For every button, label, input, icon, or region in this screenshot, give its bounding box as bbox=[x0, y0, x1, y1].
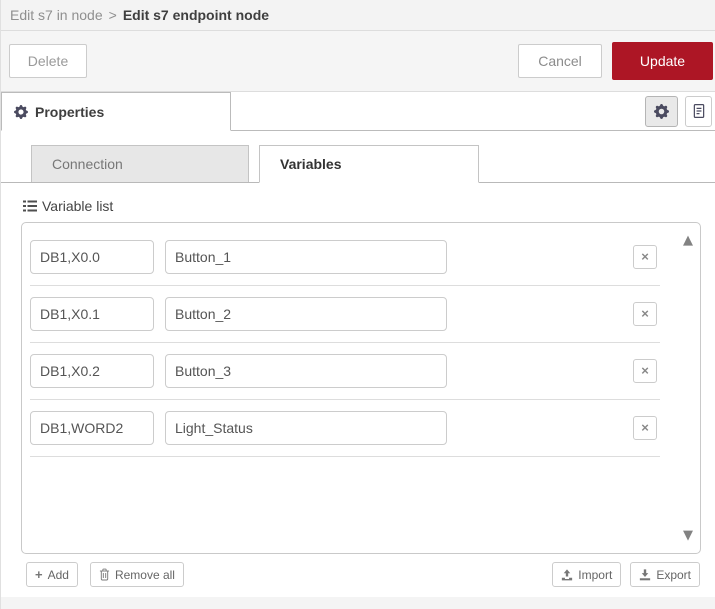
variable-address-input[interactable] bbox=[30, 354, 154, 388]
footer-right-group: Import Export bbox=[552, 562, 700, 587]
delete-button[interactable]: Delete bbox=[9, 44, 87, 78]
variable-row: × bbox=[30, 229, 660, 286]
variable-name-input[interactable] bbox=[165, 240, 447, 274]
add-button-label: Add bbox=[47, 567, 69, 582]
cancel-button[interactable]: Cancel bbox=[518, 44, 602, 78]
tab-properties[interactable]: Properties bbox=[1, 92, 231, 131]
variable-row: × bbox=[30, 343, 660, 400]
properties-panel: Connection Variables Variable list × × ×… bbox=[1, 145, 715, 587]
add-button[interactable]: + Add bbox=[26, 562, 78, 587]
import-button[interactable]: Import bbox=[552, 562, 622, 587]
variable-list-title: Variable list bbox=[23, 198, 715, 214]
upload-icon bbox=[561, 568, 573, 581]
update-button[interactable]: Update bbox=[612, 42, 713, 80]
remove-row-button[interactable]: × bbox=[633, 359, 657, 383]
scrollbar[interactable]: ▲ ▼ bbox=[678, 225, 698, 551]
export-button[interactable]: Export bbox=[630, 562, 700, 587]
editor-tabbar-buttons bbox=[645, 92, 715, 130]
window-bottom-strip bbox=[1, 597, 715, 609]
breadcrumb-current: Edit s7 endpoint node bbox=[122, 7, 270, 23]
remove-row-button[interactable]: × bbox=[633, 302, 657, 326]
tab-properties-label: Properties bbox=[35, 103, 105, 120]
toolbar-right-group: Cancel Update bbox=[518, 42, 713, 80]
remove-all-button[interactable]: Remove all bbox=[89, 562, 184, 587]
tray-toolbar: Delete Cancel Update bbox=[1, 31, 715, 92]
variable-rows: × × × × bbox=[22, 223, 700, 457]
variable-list-label: Variable list bbox=[42, 198, 114, 214]
editor-tabbar: Properties bbox=[1, 92, 715, 131]
variable-name-input[interactable] bbox=[165, 411, 447, 445]
variable-row: × bbox=[30, 400, 660, 457]
node-settings-button[interactable] bbox=[645, 95, 678, 127]
tab-variables[interactable]: Variables bbox=[259, 145, 479, 183]
variable-address-input[interactable] bbox=[30, 240, 154, 274]
remove-row-button[interactable]: × bbox=[633, 416, 657, 440]
list-icon bbox=[23, 200, 37, 212]
remove-all-button-label: Remove all bbox=[114, 567, 175, 582]
tab-connection[interactable]: Connection bbox=[31, 145, 249, 182]
breadcrumb: Edit s7 in node > Edit s7 endpoint node bbox=[1, 0, 715, 31]
document-icon bbox=[692, 103, 706, 119]
variable-address-input[interactable] bbox=[30, 297, 154, 331]
breadcrumb-separator: > bbox=[108, 7, 117, 23]
export-button-label: Export bbox=[656, 567, 691, 582]
gear-icon bbox=[14, 104, 28, 119]
edit-node-dialog: Edit s7 in node > Edit s7 endpoint node … bbox=[0, 0, 715, 609]
plus-icon: + bbox=[35, 567, 43, 582]
list-footer: + Add Remove all Import Export bbox=[26, 562, 700, 587]
trash-icon bbox=[99, 568, 110, 581]
scroll-down-icon[interactable]: ▼ bbox=[683, 529, 693, 542]
variable-name-input[interactable] bbox=[165, 354, 447, 388]
scroll-up-icon[interactable]: ▲ bbox=[683, 234, 693, 247]
variable-name-input[interactable] bbox=[165, 297, 447, 331]
gear-icon bbox=[654, 103, 669, 119]
variable-row: × bbox=[30, 286, 660, 343]
download-icon bbox=[639, 568, 651, 581]
remove-row-button[interactable]: × bbox=[633, 245, 657, 269]
subtabs: Connection Variables bbox=[1, 145, 715, 183]
variable-list-container: × × × × ▲ ▼ bbox=[21, 222, 701, 554]
node-description-button[interactable] bbox=[685, 95, 712, 127]
variable-address-input[interactable] bbox=[30, 411, 154, 445]
import-button-label: Import bbox=[578, 567, 613, 582]
breadcrumb-parent[interactable]: Edit s7 in node bbox=[10, 7, 103, 23]
